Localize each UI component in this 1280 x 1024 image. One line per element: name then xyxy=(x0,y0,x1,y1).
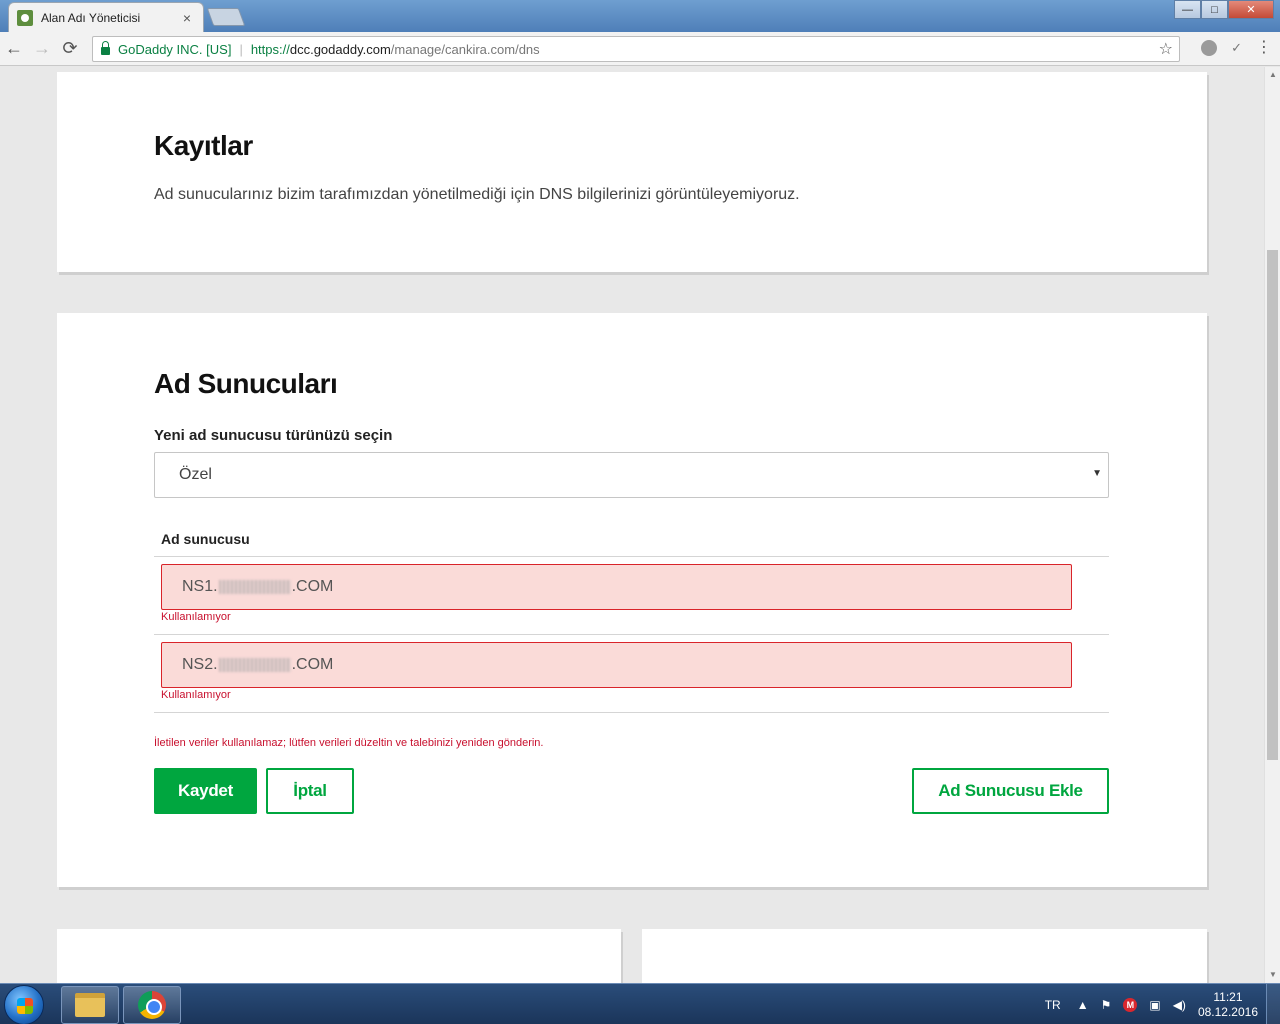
caret-down-icon: ▼ xyxy=(1092,468,1102,479)
nameservers-title: Ad Sunucuları xyxy=(154,368,338,399)
nameserver-2-input[interactable]: NS2. .COM xyxy=(161,642,1072,688)
nameserver-2-error: Kullanılamıyor xyxy=(161,689,231,701)
forward-arrow-icon[interactable]: → xyxy=(28,38,56,59)
tray-clock[interactable]: 11:21 08.12.2016 xyxy=(1198,990,1258,1020)
scroll-up-icon[interactable]: ▲ xyxy=(1265,67,1280,83)
nameserver-column-header: Ad sunucusu xyxy=(161,531,250,547)
tab-close-icon[interactable]: × xyxy=(179,10,195,26)
nameserver-1-error: Kullanılamıyor xyxy=(161,611,231,623)
redacted-blur xyxy=(218,580,291,594)
clock-date: 08.12.2016 xyxy=(1197,1004,1258,1019)
window-controls: — □ ✕ xyxy=(1174,0,1274,19)
lower-left-card xyxy=(57,929,621,983)
table-divider xyxy=(154,556,1109,557)
nameservers-card: Ad Sunucuları Yeni ad sunucusu türünüzü … xyxy=(57,313,1207,887)
table-divider xyxy=(154,634,1109,635)
nameserver-1-input[interactable]: NS1. .COM xyxy=(161,564,1072,610)
browser-tab-active[interactable]: Alan Adı Yöneticisi × xyxy=(8,2,204,32)
address-bar[interactable]: GoDaddy INC. [US] | https:// dcc.godaddy… xyxy=(92,36,1180,62)
mega-icon[interactable]: M xyxy=(1123,997,1138,1012)
url-scheme: https:// xyxy=(250,41,290,57)
back-arrow-icon[interactable]: ← xyxy=(0,38,28,59)
nameserver-type-label: Yeni ad sunucusu türünüzü seçin xyxy=(154,427,393,444)
lock-icon[interactable] xyxy=(101,41,110,55)
omnibox-separator: | xyxy=(239,41,243,57)
tray-arrow-icon[interactable]: ▲ xyxy=(1077,998,1089,1012)
secure-org-label[interactable]: GoDaddy INC. [US] xyxy=(118,42,231,57)
page-scrollbar[interactable]: ▲ ▼ xyxy=(1264,67,1280,983)
volume-icon[interactable]: ◀) xyxy=(1173,998,1186,1012)
add-nameserver-button[interactable]: Ad Sunucusu Ekle xyxy=(912,768,1109,814)
bookmark-star-icon[interactable]: ☆ xyxy=(1159,39,1173,59)
redacted-blur xyxy=(218,658,291,672)
nameserver-type-select[interactable]: Özel ▼ xyxy=(154,452,1109,498)
scroll-down-icon[interactable]: ▼ xyxy=(1265,967,1280,983)
nameserver-2-suffix: .COM xyxy=(291,656,334,673)
new-tab-button[interactable] xyxy=(206,8,246,26)
folder-icon xyxy=(75,993,105,1017)
tab-title: Alan Adı Yöneticisi xyxy=(41,10,141,25)
page-viewport: Kayıtlar Ad sunucularınız bizim tarafımı… xyxy=(0,67,1264,983)
form-error-message: İletilen veriler kullanılamaz; lütfen ve… xyxy=(154,737,544,749)
windows-logo-icon xyxy=(17,998,33,1014)
globe-extension-icon[interactable] xyxy=(1201,40,1218,56)
browser-titlebar: Alan Adı Yöneticisi × — □ ✕ xyxy=(0,0,1280,32)
taskbar-explorer-button[interactable] xyxy=(61,986,119,1024)
lower-right-card xyxy=(642,929,1207,983)
table-divider xyxy=(154,712,1109,713)
clock-time: 11:21 xyxy=(1213,989,1243,1004)
records-card: Kayıtlar Ad sunucularınız bizim tarafımı… xyxy=(57,72,1207,272)
url-path: /manage/cankira.com/dns xyxy=(390,41,540,57)
nameserver-type-value: Özel xyxy=(179,466,212,483)
nameserver-2-prefix: NS2. xyxy=(182,656,218,673)
scroll-thumb[interactable] xyxy=(1267,250,1278,760)
save-button[interactable]: Kaydet xyxy=(154,768,257,814)
minimize-button[interactable]: — xyxy=(1174,0,1201,19)
cancel-button[interactable]: İptal xyxy=(266,768,354,814)
maximize-button[interactable]: □ xyxy=(1201,0,1228,19)
chrome-menu-icon[interactable]: ⋮ xyxy=(1256,40,1272,56)
check-extension-icon[interactable]: ✓ xyxy=(1231,40,1242,56)
show-desktop-button[interactable] xyxy=(1266,984,1280,1024)
taskbar-chrome-button[interactable] xyxy=(123,986,181,1024)
language-indicator[interactable]: TR xyxy=(1045,998,1061,1012)
action-center-flag-icon[interactable]: ⚑ xyxy=(1101,998,1112,1012)
records-description: Ad sunucularınız bizim tarafımızdan yöne… xyxy=(154,186,800,203)
extension-icons: ✓ ⋮ xyxy=(1201,40,1272,56)
start-button[interactable] xyxy=(4,985,44,1024)
reload-icon[interactable]: ⟳ xyxy=(56,38,84,59)
chrome-icon xyxy=(138,991,166,1019)
windows-taskbar: TR ▲ ⚑ M ▣ ◀) 11:21 08.12.2016 xyxy=(0,983,1280,1024)
browser-toolbar: ← → ⟳ GoDaddy INC. [US] | https:// dcc.g… xyxy=(0,32,1280,66)
network-icon[interactable]: ▣ xyxy=(1149,998,1160,1012)
close-window-button[interactable]: ✕ xyxy=(1228,0,1274,19)
url-host: dcc.godaddy.com xyxy=(289,41,391,57)
nameserver-1-prefix: NS1. xyxy=(182,578,218,595)
nameserver-1-suffix: .COM xyxy=(291,578,334,595)
system-tray: TR ▲ ⚑ M ▣ ◀) 11:21 08.12.2016 xyxy=(1045,984,1280,1024)
godaddy-favicon-icon xyxy=(17,9,33,26)
records-title: Kayıtlar xyxy=(154,130,253,161)
